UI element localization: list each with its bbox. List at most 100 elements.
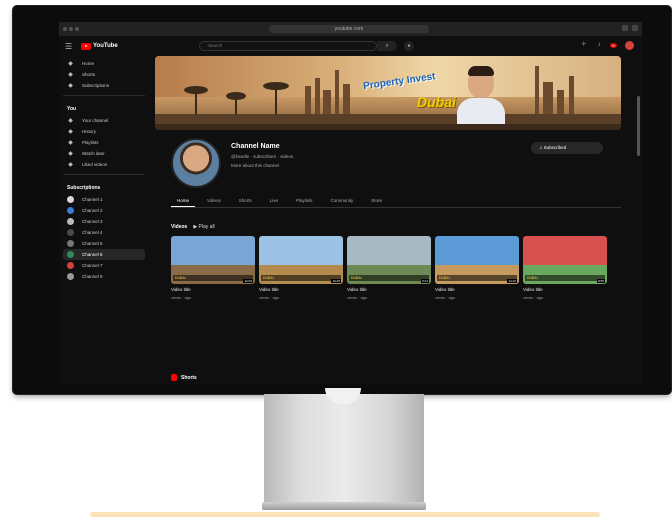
sidebar-item[interactable]: Channel 5	[63, 238, 145, 249]
subscribe-button[interactable]: ♫ Subscribed	[531, 142, 603, 154]
video-title[interactable]: Video title	[347, 287, 431, 293]
sidebar-item[interactable]: Channel 2	[63, 205, 145, 216]
video-duration: 12:03	[243, 279, 253, 283]
thumbnail-caption: DUBAI	[173, 275, 253, 281]
play-all-button[interactable]: ▶ Play all	[193, 224, 214, 230]
sidebar-item-label: Home	[82, 61, 95, 66]
sidebar-section-subscriptions: Subscriptions	[67, 185, 101, 191]
video-card[interactable]: DUBAI 14:10 Video title views · ago	[435, 236, 519, 326]
user-avatar[interactable]	[625, 41, 634, 50]
create-icon[interactable]: ＋	[580, 42, 587, 49]
maximize-window-icon[interactable]	[75, 27, 79, 31]
extensions-icon[interactable]	[622, 25, 628, 31]
video-title[interactable]: Video title	[435, 287, 519, 293]
sidebar-item[interactable]: ◆ Subscriptions	[63, 80, 145, 91]
clock-icon: ◆	[68, 151, 73, 157]
channel-name: Channel Name	[231, 143, 280, 150]
browser-toolbar: youtube.com	[59, 22, 642, 36]
history-icon: ◆	[68, 129, 73, 135]
search-input[interactable]: Search	[199, 41, 377, 51]
video-thumbnail[interactable]: DUBAI 9:21	[347, 236, 431, 284]
sidebar-item[interactable]: Channel 7	[63, 260, 145, 271]
channel-tabs: Home Videos Shorts Live Playlists Community St…	[171, 196, 621, 208]
video-title[interactable]: Video title	[171, 287, 255, 293]
browser-menu-icon[interactable]	[632, 25, 638, 31]
youtube-header: ☰ YouTube Search ⌕ ● ＋ ♪ 9+	[59, 36, 642, 56]
sidebar-item-label: History	[82, 129, 97, 134]
sidebar-item-label: Channel 2	[82, 208, 103, 213]
search-button[interactable]: ⌕	[377, 41, 397, 51]
sidebar-item-label: Channel 4	[82, 230, 103, 235]
sidebar-item[interactable]: ◆ Playlists	[63, 137, 145, 148]
video-title[interactable]: Video title	[259, 287, 343, 293]
youtube-logo[interactable]: YouTube	[81, 42, 118, 50]
sidebar-item[interactable]: ◆ Home	[63, 58, 145, 69]
channel-tab[interactable]: Store	[365, 196, 388, 207]
channel-avatar-icon	[67, 218, 74, 225]
window-controls[interactable]	[63, 27, 79, 31]
thumbnail-caption: DUBAI	[349, 275, 429, 281]
home-icon: ◆	[68, 61, 73, 67]
channel-tab[interactable]: Community	[325, 196, 360, 207]
channel-avatar-icon	[67, 273, 74, 280]
search-icon: ⌕	[385, 43, 389, 49]
sidebar-item[interactable]: ◆ Watch later	[63, 148, 145, 159]
video-meta: views · ago	[259, 294, 280, 300]
sidebar-section-you[interactable]: You	[63, 100, 145, 115]
shorts-section-header: Shorts	[171, 374, 197, 381]
channel-description[interactable]: More about this channel	[231, 163, 279, 168]
sidebar-item-label: Channel 1	[82, 197, 103, 202]
sidebar-item[interactable]: Channel 1	[63, 194, 145, 205]
close-window-icon[interactable]	[63, 27, 67, 31]
sidebar-item[interactable]: ◆ Liked videos	[63, 159, 145, 170]
channel-avatar-icon	[67, 207, 74, 214]
sidebar-item[interactable]: Channel 6	[63, 249, 145, 260]
channel-avatar-icon	[67, 262, 74, 269]
channel-tab[interactable]: Shorts	[233, 196, 258, 207]
video-meta: views · ago	[523, 294, 544, 300]
minimize-window-icon[interactable]	[69, 27, 73, 31]
address-bar[interactable]: youtube.com	[269, 25, 429, 33]
sidebar-item[interactable]: Channel 4	[63, 227, 145, 238]
banner-portrait	[457, 64, 505, 130]
voice-search-button[interactable]: ●	[404, 41, 414, 51]
menu-icon[interactable]: ☰	[65, 42, 77, 51]
video-card[interactable]: DUBAI 10:45 Video title views · ago	[259, 236, 343, 326]
banner-skyline	[155, 66, 621, 126]
video-title[interactable]: Video title	[523, 287, 607, 293]
video-thumbnail[interactable]: DUBAI 8:55	[523, 236, 607, 284]
scrollbar[interactable]	[637, 96, 640, 156]
sidebar-item-label: Channel 8	[82, 274, 103, 279]
person-icon: ◆	[68, 118, 73, 124]
channel-tab[interactable]: Live	[264, 196, 284, 207]
sidebar-item[interactable]: Channel 3	[63, 216, 145, 227]
video-thumbnail[interactable]: DUBAI 14:10	[435, 236, 519, 284]
channel-tab[interactable]: Playlists	[290, 196, 319, 207]
sidebar-item-label: Subscriptions	[82, 83, 110, 88]
channel-avatar-icon	[67, 229, 74, 236]
video-thumbnail[interactable]: DUBAI 10:45	[259, 236, 343, 284]
sidebar-item[interactable]: Channel 8	[63, 271, 145, 282]
sidebar-item[interactable]: ◆ Shorts	[63, 69, 145, 80]
subscriptions-icon: ◆	[68, 83, 73, 89]
sidebar-item[interactable]: ◆ Your channel	[63, 115, 145, 126]
channel-tab[interactable]: Videos	[201, 196, 227, 207]
banner-strip	[155, 124, 621, 130]
shorts-logo-icon	[171, 374, 177, 381]
notifications-icon[interactable]: ♪	[595, 42, 602, 49]
sidebar-item[interactable]: ◆ History	[63, 126, 145, 137]
sidebar-item-label: Liked videos	[82, 162, 108, 167]
channel-tab[interactable]: Home	[171, 196, 196, 207]
stand-base	[262, 502, 426, 510]
thumbnail-caption: DUBAI	[437, 275, 517, 281]
sidebar-item-label: Watch later	[82, 151, 105, 156]
video-card[interactable]: DUBAI 12:03 Video title views · ago	[171, 236, 255, 326]
video-card[interactable]: DUBAI 9:21 Video title views · ago	[347, 236, 431, 326]
desk-platform	[90, 512, 600, 517]
thumbnail-caption: DUBAI	[525, 275, 605, 281]
video-meta: views · ago	[347, 294, 368, 300]
video-card[interactable]: DUBAI 8:55 Video title views · ago	[523, 236, 607, 326]
video-thumbnail[interactable]: DUBAI 12:03	[171, 236, 255, 284]
video-duration: 8:55	[597, 279, 605, 283]
channel-avatar[interactable]	[171, 138, 221, 188]
